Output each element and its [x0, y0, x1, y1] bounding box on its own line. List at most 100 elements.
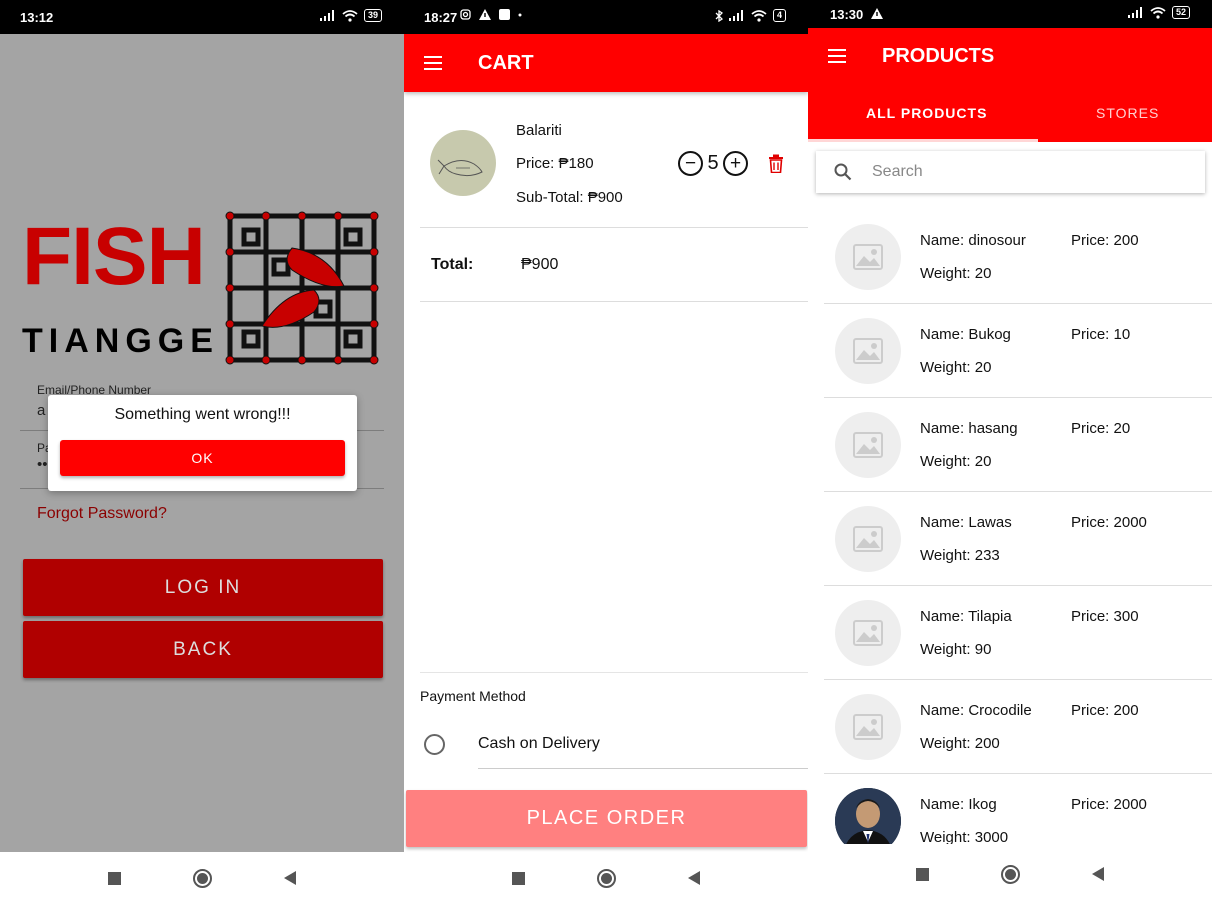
cart-screen: 18:27 4 CART Balariti Price: ₱180 Sub-To…	[404, 0, 808, 904]
product-row[interactable]: Name: Bukog Price: 10 Weight: 20	[824, 304, 1212, 398]
divider	[478, 768, 808, 769]
cash-on-delivery-radio[interactable]	[424, 734, 445, 755]
signal-icon	[319, 10, 334, 21]
products-screen: 13:30 52 PRODUCTS ALL PRODUCTS STORES Na…	[808, 0, 1212, 904]
payment-method-label: Payment Method	[420, 688, 526, 704]
system-nav-bar	[808, 844, 1212, 904]
decrease-quantity-button[interactable]: −	[678, 151, 703, 176]
login-button[interactable]: LOG IN	[23, 559, 383, 616]
product-weight: Weight: 20	[920, 359, 992, 376]
product-price: Price: 20	[1071, 420, 1131, 437]
product-row[interactable]: Name: Lawas Price: 2000 Weight: 233	[824, 492, 1212, 586]
warning-icon	[479, 9, 491, 20]
product-row[interactable]: Name: Crocodile Price: 200 Weight: 200	[824, 680, 1212, 774]
search-input[interactable]	[872, 159, 1172, 185]
fish-net-logo-icon	[225, 211, 379, 365]
page-title: CART	[478, 52, 534, 74]
placeholder-image-icon	[835, 694, 901, 760]
product-weight: Weight: 20	[920, 265, 992, 282]
logo-text-tiangge: TIANGGE	[22, 322, 219, 360]
placeholder-image-icon	[835, 506, 901, 572]
status-icons: 4	[715, 9, 786, 22]
total-row: Total: ₱900	[420, 228, 808, 302]
status-time: 13:30	[830, 7, 864, 22]
product-price: Price: 2000	[1071, 514, 1147, 531]
signal-icon	[1127, 7, 1142, 18]
product-price: Price: 300	[1071, 608, 1139, 625]
system-nav-bar	[404, 852, 808, 904]
signal-icon	[728, 10, 743, 21]
tab-all-products[interactable]: ALL PRODUCTS	[866, 105, 987, 121]
email-field[interactable]: a	[37, 402, 45, 419]
increase-quantity-button[interactable]: +	[723, 151, 748, 176]
system-nav-bar	[0, 852, 404, 904]
quantity-value: 5	[707, 152, 719, 174]
product-price: Price: 200	[1071, 232, 1139, 249]
placeholder-image-icon	[835, 224, 901, 290]
warning-icon	[871, 8, 883, 19]
battery-icon: 52	[1171, 6, 1190, 19]
password-field[interactable]: ••	[37, 456, 48, 473]
product-name: Name: Ikog	[920, 796, 997, 813]
home-icon[interactable]	[597, 868, 616, 888]
recents-icon[interactable]	[916, 867, 929, 881]
error-dialog: Something went wrong!!! OK	[48, 395, 357, 491]
product-list: Name: dinosour Price: 200 Weight: 20 Nam…	[824, 210, 1212, 868]
tab-indicator	[808, 139, 1038, 142]
status-bar: 18:27 4	[404, 0, 808, 34]
back-icon[interactable]	[1092, 867, 1104, 881]
tab-stores[interactable]: STORES	[1096, 105, 1159, 121]
place-order-button[interactable]: PLACE ORDER	[406, 790, 807, 847]
home-icon[interactable]	[193, 868, 212, 888]
product-row[interactable]: Name: hasang Price: 20 Weight: 20	[824, 398, 1212, 492]
back-icon[interactable]	[688, 871, 700, 885]
instagram-icon	[460, 9, 471, 20]
dialog-message: Something went wrong!!!	[114, 406, 291, 423]
recents-icon[interactable]	[512, 871, 525, 885]
app-bar: CART	[404, 34, 808, 92]
recents-icon[interactable]	[108, 871, 121, 885]
status-time: 13:12	[20, 10, 54, 25]
cart-item-subtotal: Sub-Total: ₱900	[516, 189, 623, 206]
status-bar: 13:12 39	[0, 0, 404, 34]
app-notification-icon	[499, 9, 510, 20]
dialog-ok-button[interactable]: OK	[60, 440, 345, 476]
wifi-icon	[342, 9, 358, 22]
search-icon	[834, 163, 852, 181]
total-value: ₱900	[521, 256, 559, 273]
cart-item-price: Price: ₱180	[516, 155, 594, 172]
status-icons: 39	[319, 9, 382, 22]
search-bar	[816, 151, 1205, 193]
cash-on-delivery-label[interactable]: Cash on Delivery	[478, 735, 600, 753]
product-price: Price: 200	[1071, 702, 1139, 719]
product-price: Price: 10	[1071, 326, 1131, 343]
back-icon[interactable]	[284, 871, 296, 885]
product-row[interactable]: Name: Tilapia Price: 300 Weight: 90	[824, 586, 1212, 680]
login-screen: 13:12 39 FISH TIANGGE Email/Phone Number…	[0, 0, 404, 904]
home-icon[interactable]	[1001, 864, 1020, 884]
placeholder-image-icon	[835, 600, 901, 666]
menu-icon[interactable]	[424, 56, 442, 70]
page-title: PRODUCTS	[882, 45, 995, 67]
dot-icon	[518, 13, 522, 16]
delete-icon[interactable]	[768, 154, 784, 173]
logo-text-fish: FISH	[22, 211, 206, 302]
product-row[interactable]: Name: dinosour Price: 200 Weight: 20	[824, 210, 1212, 304]
app-bar: PRODUCTS ALL PRODUCTS STORES	[808, 28, 1212, 142]
forgot-password-link[interactable]: Forgot Password?	[37, 505, 167, 523]
battery-icon: 4	[772, 9, 786, 22]
product-name: Name: Tilapia	[920, 608, 1012, 625]
quantity-stepper: − 5 +	[678, 151, 748, 176]
back-button[interactable]: BACK	[23, 621, 383, 678]
product-weight: Weight: 90	[920, 641, 992, 658]
product-name: Name: Lawas	[920, 514, 1012, 531]
menu-icon[interactable]	[828, 49, 846, 63]
product-weight: Weight: 200	[920, 735, 1000, 752]
placeholder-image-icon	[835, 412, 901, 478]
status-icons: 52	[1127, 6, 1190, 19]
product-weight: Weight: 20	[920, 453, 992, 470]
product-weight: Weight: 233	[920, 547, 1000, 564]
placeholder-image-icon	[835, 318, 901, 384]
product-thumbnail	[430, 130, 496, 196]
fish-sketch-icon	[437, 159, 483, 177]
